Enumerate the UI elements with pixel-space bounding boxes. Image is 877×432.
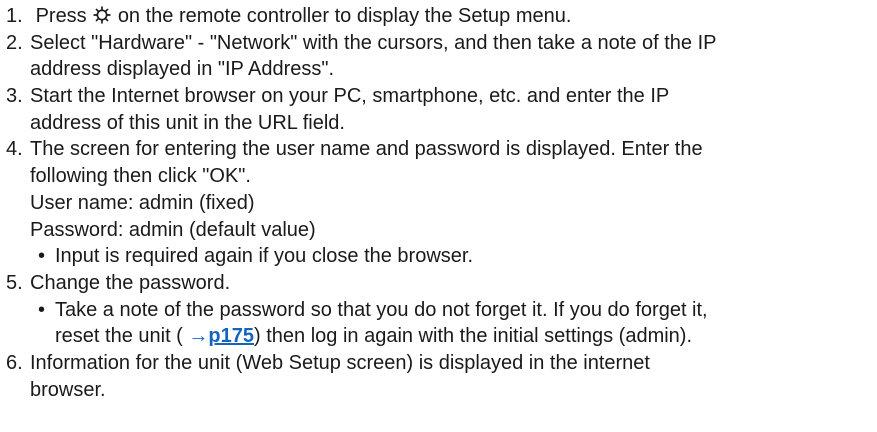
step-3-continuation: address of this unit in the URL field. — [30, 111, 345, 134]
step-6-continuation: browser. — [30, 378, 106, 401]
page-reference-link[interactable]: p175 — [208, 325, 254, 347]
step-number: 3. — [6, 85, 23, 108]
step-text: Change the password. — [30, 271, 231, 294]
note-text: Take a note of the password so that you … — [55, 298, 708, 321]
step-6: 6. Information for the unit (Web Setup sc… — [0, 350, 877, 377]
step-text: Select "Hardware" - "Network" with the c… — [30, 31, 717, 54]
bullet-icon: • — [38, 245, 46, 268]
step-text: Press — [35, 5, 87, 27]
arrow-right-icon: → — [188, 325, 209, 348]
step-number: 1. — [6, 5, 23, 27]
step-4-continuation: following then click "OK". — [30, 165, 251, 188]
instructions-list: 1. Press on the remote controller to dis… — [0, 3, 877, 403]
step-5-note-continuation: reset the unit ( →p175) then log in agai… — [0, 323, 877, 350]
bullet-icon: • — [38, 298, 46, 321]
note-text: reset the unit ( — [55, 325, 183, 348]
username-line: User name: admin (fixed) — [30, 191, 255, 214]
step-1: 1. Press on the remote controller to dis… — [0, 3, 877, 30]
step-text: on the remote controller to display the … — [117, 5, 572, 27]
step-4-note: • Input is required again if you close th… — [0, 243, 877, 270]
step-3: 3. Start the Internet browser on your PC,… — [0, 83, 877, 110]
step-number: 2. — [6, 31, 23, 54]
step-number: 4. — [6, 138, 23, 161]
step-2: 2. Select "Hardware" - "Network" with the… — [0, 30, 877, 57]
step-number: 5. — [6, 271, 23, 294]
step-number: 6. — [6, 351, 23, 374]
note-text: Input is required again if you close the… — [55, 245, 474, 268]
step-5-note: • Take a note of the password so that you… — [0, 297, 877, 324]
step-5: 5. Change the password. — [0, 270, 877, 297]
gear-icon — [93, 5, 111, 32]
password-line: Password: admin (default value) — [30, 218, 316, 241]
step-text: The screen for entering the user name an… — [30, 138, 703, 161]
step-4: 4. The screen for entering the user name … — [0, 136, 877, 163]
step-2-continuation: address displayed in "IP Address". — [30, 58, 335, 81]
note-text: ) then log in again with the initial set… — [254, 325, 693, 348]
step-text: Start the Internet browser on your PC, s… — [30, 85, 670, 108]
step-text: Information for the unit (Web Setup scre… — [30, 351, 650, 374]
